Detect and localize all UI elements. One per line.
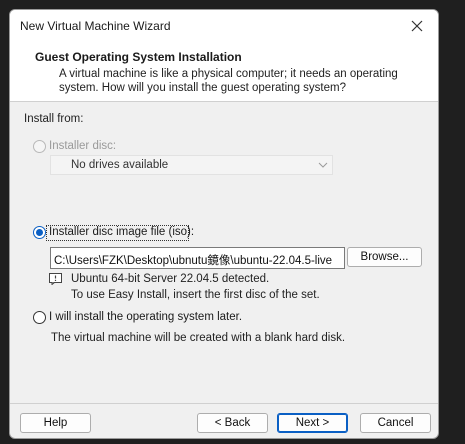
install-from-label: Install from: (24, 113, 84, 125)
install-later-radio[interactable] (33, 311, 46, 324)
window-title: New Virtual Machine Wizard (20, 19, 171, 33)
page-title: Guest Operating System Installation (35, 50, 242, 64)
install-later-description: The virtual machine will be created with… (51, 332, 346, 344)
page-description: A virtual machine is like a physical com… (59, 68, 398, 94)
title-bar: New Virtual Machine Wizard (10, 10, 438, 42)
close-button[interactable] (402, 14, 432, 38)
install-later-label: I will install the operating system late… (49, 311, 243, 323)
iso-radio[interactable] (33, 226, 46, 239)
installer-disc-label: Installer disc: (49, 140, 117, 152)
iso-path-input[interactable]: C:\Users\FZK\Desktop\ubnutu鏡像\ubuntu-22.… (50, 247, 345, 269)
iso-path-value: C:\Users\FZK\Desktop\ubnutu鏡像\ubuntu-22.… (54, 255, 333, 267)
footer-divider (10, 403, 438, 404)
next-button[interactable]: Next > (277, 413, 348, 433)
installer-disc-radio[interactable] (33, 140, 46, 153)
wizard-window: New Virtual Machine Wizard Guest Operati… (9, 9, 439, 439)
iso-label: Installer disc image file (iso): (49, 226, 195, 238)
chevron-down-icon (318, 162, 328, 168)
wizard-header: Guest Operating System Installation A vi… (10, 42, 438, 102)
easy-install-note: To use Easy Install, insert the first di… (71, 289, 320, 301)
back-button[interactable]: < Back (197, 413, 268, 433)
cancel-button[interactable]: Cancel (360, 413, 431, 433)
help-button[interactable]: Help (20, 413, 91, 433)
info-icon (49, 273, 62, 285)
dropdown-value: No drives available (71, 159, 169, 171)
close-icon (411, 20, 423, 32)
browse-button[interactable]: Browse... (347, 247, 422, 267)
detection-status: Ubuntu 64-bit Server 22.04.5 detected. (71, 273, 270, 285)
installer-disc-dropdown[interactable]: No drives available (50, 155, 333, 175)
